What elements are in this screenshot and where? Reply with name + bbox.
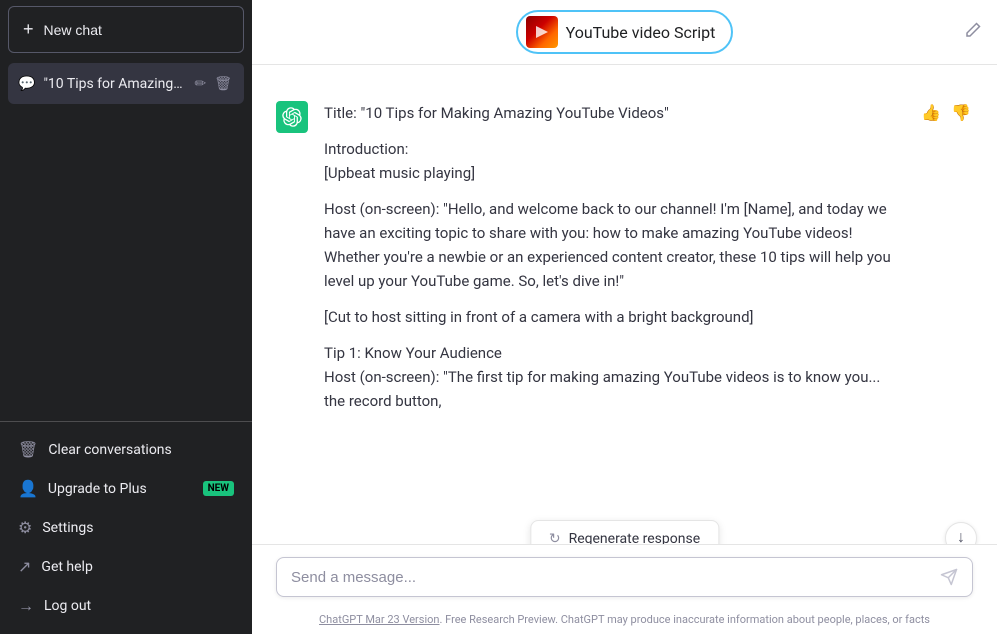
msg-p3: Host (on-screen): "Hello, and welcome ba… xyxy=(324,197,903,293)
user-icon: 👤 xyxy=(18,479,38,498)
sidebar-bottom: 🗑 Clear conversations 👤 Upgrade to Plus … xyxy=(0,421,252,634)
assistant-message: Title: "10 Tips for Making Amazing YouTu… xyxy=(252,85,997,429)
conversation-title: "10 Tips for Amazing Yo xyxy=(43,76,184,92)
send-icon xyxy=(940,568,958,586)
header-title-wrap: YouTube video Script xyxy=(516,10,734,54)
delete-button[interactable]: 🗑 xyxy=(212,73,234,94)
rename-button[interactable]: ✏ xyxy=(192,73,208,94)
video-thumbnail xyxy=(526,16,558,48)
chat-icon: 💬 xyxy=(18,76,35,92)
assistant-avatar xyxy=(276,101,308,133)
openai-logo xyxy=(282,107,302,127)
footer-note: ChatGPT Mar 23 Version. Free Research Pr… xyxy=(252,609,997,634)
msg-p1: Title: "10 Tips for Making Amazing YouTu… xyxy=(324,101,903,125)
new-chat-button[interactable]: + New chat xyxy=(8,6,244,53)
thumbs-down-button[interactable]: 👎 xyxy=(949,101,973,125)
new-badge: NEW xyxy=(203,481,234,496)
thumbs-up-button[interactable]: 👍 xyxy=(919,101,943,125)
send-button[interactable] xyxy=(940,568,958,586)
sidebar-item-logout[interactable]: → Log out xyxy=(8,586,244,626)
main-content: YouTube video Script Title: "10 Tips for… xyxy=(252,0,997,634)
input-wrapper xyxy=(276,557,973,597)
conv-actions: ✏ 🗑 xyxy=(192,73,234,94)
footer-link[interactable]: ChatGPT Mar 23 Version xyxy=(319,613,439,626)
trash-icon: 🗑 xyxy=(18,440,38,459)
sidebar-item-settings[interactable]: ⚙ Settings xyxy=(8,508,244,547)
msg-p2: Introduction:[Upbeat music playing] xyxy=(324,137,903,185)
sidebar-item-label-upgrade: Upgrade to Plus xyxy=(48,481,147,497)
sidebar: + New chat 💬 "10 Tips for Amazing Yo ✏ 🗑… xyxy=(0,0,252,634)
input-area xyxy=(252,544,997,609)
sidebar-item-label-clear: Clear conversations xyxy=(48,442,171,458)
message-text: Title: "10 Tips for Making Amazing YouTu… xyxy=(324,101,903,413)
conversation-list: 💬 "10 Tips for Amazing Yo ✏ 🗑 xyxy=(0,59,252,421)
help-icon: ↗ xyxy=(18,557,31,576)
sidebar-item-help[interactable]: ↗ Get help xyxy=(8,547,244,586)
chat-input[interactable] xyxy=(291,569,940,586)
msg-p5: Tip 1: Know Your AudienceHost (on-screen… xyxy=(324,341,903,413)
sidebar-item-label-logout: Log out xyxy=(44,598,91,614)
header: YouTube video Script xyxy=(252,0,997,65)
header-title: YouTube video Script xyxy=(566,23,716,42)
sidebar-item-upgrade[interactable]: 👤 Upgrade to Plus NEW xyxy=(8,469,244,508)
message-actions: 👍 👎 xyxy=(919,101,973,125)
msg-p4: [Cut to host sitting in front of a camer… xyxy=(324,305,903,329)
new-chat-label: New chat xyxy=(44,22,102,38)
footer-text: . Free Research Preview. ChatGPT may pro… xyxy=(440,613,930,626)
sidebar-item-label-settings: Settings xyxy=(42,520,93,536)
logout-icon: → xyxy=(18,596,34,616)
settings-icon: ⚙ xyxy=(18,518,32,537)
chat-area: Title: "10 Tips for Making Amazing YouTu… xyxy=(252,65,997,544)
edit-icon xyxy=(965,22,981,38)
sidebar-item-clear[interactable]: 🗑 Clear conversations xyxy=(8,430,244,469)
sidebar-item-label-help: Get help xyxy=(41,559,92,575)
plus-icon: + xyxy=(23,19,34,40)
conversation-item[interactable]: 💬 "10 Tips for Amazing Yo ✏ 🗑 xyxy=(8,63,244,104)
header-edit-button[interactable] xyxy=(965,22,981,43)
